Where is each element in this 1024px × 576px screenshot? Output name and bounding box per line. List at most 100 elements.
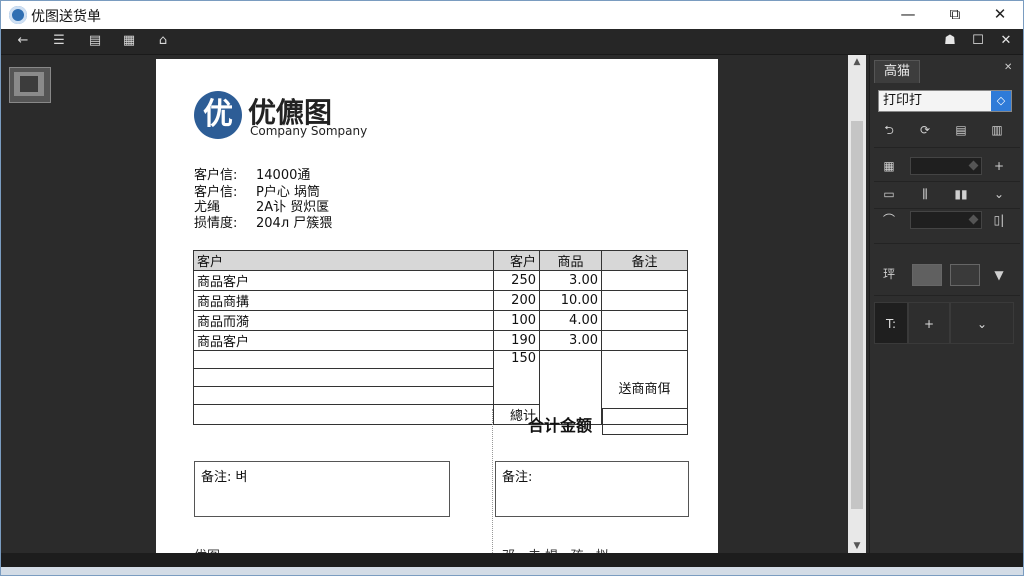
item-name: 商品商搆 bbox=[193, 290, 494, 311]
separator bbox=[874, 147, 1020, 148]
item-qty: 190 bbox=[493, 330, 540, 351]
chevron-down-icon[interactable]: ⌄ bbox=[988, 185, 1010, 203]
bars-icon[interactable]: ▮▮ bbox=[950, 185, 972, 203]
separator bbox=[874, 181, 1020, 182]
close-icon[interactable]: ✕ bbox=[995, 31, 1017, 51]
fill-color-swatch[interactable] bbox=[912, 264, 942, 286]
total-label: 合计金额 bbox=[528, 416, 593, 435]
note-box-right: 备注: bbox=[495, 461, 689, 517]
text-tool-cell[interactable]: T: bbox=[874, 302, 908, 344]
item-price: 3.00 bbox=[539, 330, 602, 351]
table-row: 150 送商商佴 bbox=[193, 350, 688, 425]
add-icon[interactable]: + bbox=[988, 157, 1010, 175]
size-field[interactable] bbox=[910, 157, 982, 175]
window-title: 优图送货单 bbox=[31, 9, 101, 25]
item-qty: 100 bbox=[493, 310, 540, 331]
app-logo-icon bbox=[9, 6, 27, 24]
panel-close-icon[interactable]: ✕ bbox=[1004, 62, 1012, 73]
item-name bbox=[193, 350, 494, 369]
keyframe-icon bbox=[968, 160, 979, 171]
grid-icon[interactable]: ▦ bbox=[878, 157, 900, 175]
total-amount-box bbox=[602, 408, 688, 435]
add-tool-cell[interactable]: + bbox=[908, 302, 950, 344]
company-subtitle: Company Sompany bbox=[250, 124, 368, 138]
list-icon[interactable]: ☰ bbox=[47, 31, 71, 51]
column-header: 客户 bbox=[493, 250, 540, 271]
align-icon[interactable]: ▯| bbox=[988, 211, 1010, 229]
keyframe-icon bbox=[968, 214, 979, 225]
extra-qty: 150 bbox=[493, 350, 540, 405]
item-qty: 200 bbox=[493, 290, 540, 311]
app-window: 优图送货单 — ⧉ ✕ ← ☰ ▤ ▦ ⌂ ☗ ☐ ✕ 优 优儦图 Compan… bbox=[0, 0, 1024, 576]
table-row: 商品客户 190 3.00 bbox=[193, 330, 688, 351]
panel-tab[interactable]: 高猫 bbox=[874, 60, 920, 83]
page-icon[interactable]: ▥ bbox=[986, 121, 1008, 139]
rect-icon[interactable]: ▭ bbox=[878, 185, 900, 203]
item-note bbox=[601, 330, 688, 351]
separator bbox=[874, 243, 1020, 244]
stroke-color-swatch[interactable] bbox=[950, 264, 980, 286]
item-note bbox=[601, 310, 688, 331]
item-note bbox=[601, 290, 688, 311]
dropdown-arrow-icon[interactable]: ▼ bbox=[988, 266, 1010, 284]
table-header-row: 客户 客户 商品 备注 bbox=[193, 250, 688, 271]
divider-line bbox=[492, 409, 493, 553]
tag-icon[interactable]: ⌂ bbox=[151, 31, 175, 51]
separator bbox=[874, 208, 1020, 209]
note-box-left: 备注: 벼 bbox=[194, 461, 450, 517]
info-row: 损情度: 204л 尸簇猥 bbox=[194, 212, 332, 231]
print-icon[interactable]: ▤ bbox=[83, 31, 107, 51]
table-row: 商品客户 250 3.00 bbox=[193, 270, 688, 291]
scroll-down-icon[interactable]: ▼ bbox=[848, 539, 866, 553]
table-row: 商品商搆 200 10.00 bbox=[193, 290, 688, 311]
toolbar: ← ☰ ▤ ▦ ⌂ ☗ ☐ ✕ bbox=[1, 29, 1023, 55]
maximize-button[interactable]: ⧉ bbox=[932, 1, 978, 29]
document-page: 优 优儦图 Company Sompany 客户信: 14000通 客户信: P户心… bbox=[156, 59, 718, 553]
item-note bbox=[601, 270, 688, 291]
back-arrow-icon[interactable]: ← bbox=[11, 31, 35, 51]
properties-panel: 高猫 ✕ 打印打 ◇ ⮌ ⟳ ▤ ▥ ▦ + ▭ ⫼ ▮▮ ⌄ ⌒ ▯| 玶 ▼… bbox=[869, 55, 1023, 553]
footer-left-text: 优图 · · bbox=[194, 545, 237, 553]
restore-icon[interactable]: ☐ bbox=[967, 31, 989, 51]
thumbnail-shape bbox=[20, 76, 38, 92]
grid-icon[interactable]: ▦ bbox=[117, 31, 141, 51]
fill-label: 玶 bbox=[882, 267, 895, 281]
scrollbar-thumb[interactable] bbox=[851, 121, 863, 509]
page-thumbnail[interactable] bbox=[9, 67, 51, 103]
undo-icon[interactable]: ⮌ bbox=[878, 121, 900, 139]
refresh-icon[interactable]: ⟳ bbox=[914, 121, 936, 139]
item-price: 3.00 bbox=[539, 270, 602, 291]
scroll-up-icon[interactable]: ▲ bbox=[848, 55, 866, 69]
minimize-button[interactable]: — bbox=[885, 1, 931, 29]
arc-icon[interactable]: ⌒ bbox=[878, 211, 900, 229]
item-name: 商品客户 bbox=[193, 330, 494, 351]
angle-field[interactable] bbox=[910, 211, 982, 229]
vertical-scrollbar[interactable]: ▲ ▼ bbox=[848, 55, 866, 553]
items-table: 客户 客户 商品 备注 商品客户 250 3.00 商品商搆 200 10.00… bbox=[193, 250, 688, 425]
footer-right-text: 邓一夫·媞 · 孩 · 拟 bbox=[502, 545, 609, 553]
layout-icon[interactable]: ▤ bbox=[950, 121, 972, 139]
column-header: 商品 bbox=[539, 250, 602, 271]
window-bottom-edge bbox=[1, 567, 1023, 575]
item-name bbox=[193, 404, 494, 425]
select-arrow-icon[interactable]: ◇ bbox=[991, 91, 1011, 111]
more-tool-cell[interactable]: ⌄ bbox=[950, 302, 1014, 344]
close-button[interactable]: ✕ bbox=[977, 1, 1023, 29]
column-header: 备注 bbox=[601, 250, 688, 271]
column-header: 客户 bbox=[193, 250, 494, 271]
table-row: 商品而漪 100 4.00 bbox=[193, 310, 688, 331]
company-logo: 优 bbox=[194, 91, 242, 139]
item-name bbox=[193, 368, 494, 387]
separator bbox=[874, 295, 1020, 296]
item-price: 4.00 bbox=[539, 310, 602, 331]
item-name: 商品而漪 bbox=[193, 310, 494, 331]
title-bar: 优图送货单 — ⧉ ✕ bbox=[1, 1, 1023, 29]
info-label: 损情度: bbox=[194, 216, 238, 231]
columns-icon[interactable]: ⫼ bbox=[914, 185, 936, 203]
item-name bbox=[193, 386, 494, 405]
item-name: 商品客户 bbox=[193, 270, 494, 291]
users-icon[interactable]: ☗ bbox=[939, 31, 961, 51]
item-qty: 250 bbox=[493, 270, 540, 291]
info-value: 204л 尸簇猥 bbox=[256, 216, 333, 231]
print-mode-select[interactable]: 打印打 ◇ bbox=[878, 90, 1012, 112]
